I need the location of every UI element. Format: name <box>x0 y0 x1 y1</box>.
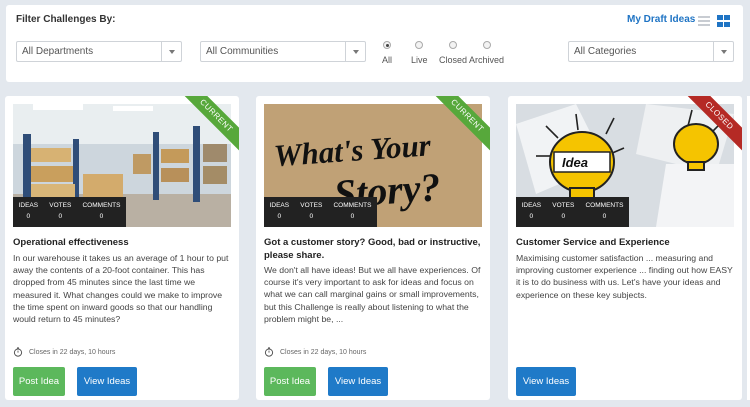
filter-title: Filter Challenges By: <box>16 14 116 25</box>
ideas-label: IDEAS <box>269 202 290 209</box>
closes-info: Closes in 22 days, 10 hours <box>264 347 366 357</box>
stopwatch-icon <box>13 347 23 357</box>
chevron-down-icon <box>345 42 365 61</box>
department-select-value: All Departments <box>22 46 94 57</box>
radio-button[interactable] <box>383 41 391 49</box>
ideas-count: 0 <box>529 213 534 220</box>
votes-label: VOTES <box>300 202 323 209</box>
radio-button[interactable] <box>415 41 424 49</box>
card-description: Maximising customer satisfaction ... mea… <box>516 253 733 300</box>
view-ideas-button[interactable]: View Ideas <box>516 367 576 396</box>
closes-text: Closes in 22 days, 10 hours <box>29 348 116 356</box>
card-title[interactable]: Got a customer story? Good, bad or instr… <box>264 236 484 262</box>
ideas-label: IDEAS <box>18 202 39 209</box>
ideas-label: IDEAS <box>521 202 542 209</box>
card-title[interactable]: Customer Service and Experience <box>516 236 736 249</box>
challenge-card: What's Your Story? CURRENT IDEAS 0 VOTES 0… <box>256 96 490 400</box>
grid-view-icon[interactable] <box>717 15 730 27</box>
status-radio-closed[interactable]: Closed <box>439 41 467 65</box>
card-description: We don't all have ideas! But we all have… <box>264 265 481 324</box>
challenge-card: CURRENT IDEAS 0 VOTES 0 COMMENTS 0 Operatio… <box>5 96 239 400</box>
radio-button[interactable] <box>482 41 491 49</box>
post-idea-button[interactable]: Post Idea <box>264 367 316 396</box>
votes-count: 0 <box>58 213 63 220</box>
department-select[interactable]: All Departments <box>16 41 182 62</box>
my-draft-ideas-link[interactable]: My Draft Ideas <box>627 14 695 25</box>
radio-label: Live <box>411 55 428 65</box>
community-select[interactable]: All Communities <box>200 41 366 62</box>
closes-info: Closes in 22 days, 10 hours <box>13 347 115 357</box>
comments-count: 0 <box>99 213 104 220</box>
image-text: Idea <box>562 155 588 170</box>
ideas-count: 0 <box>277 213 282 220</box>
comments-label: COMMENTS <box>82 202 121 209</box>
comments-label: COMMENTS <box>333 202 372 209</box>
chevron-down-icon <box>713 42 733 61</box>
category-select-value: All Categories <box>574 46 637 57</box>
view-ideas-button[interactable]: View Ideas <box>77 367 137 396</box>
card-description: In our warehouse it takes us an average … <box>13 253 229 325</box>
category-select[interactable]: All Categories <box>568 41 734 62</box>
votes-label: VOTES <box>552 202 575 209</box>
radio-label: Archived <box>469 55 505 65</box>
closes-text: Closes in 22 days, 10 hours <box>280 348 367 356</box>
list-view-icon[interactable] <box>698 16 710 26</box>
stopwatch-icon <box>264 347 274 357</box>
radio-label: Closed <box>439 55 468 65</box>
comments-label: COMMENTS <box>585 202 624 209</box>
votes-count: 0 <box>309 213 314 220</box>
post-idea-button[interactable]: Post Idea <box>13 367 65 396</box>
stats-bar: IDEAS 0 VOTES 0 COMMENTS 0 <box>516 197 629 227</box>
stats-bar: IDEAS 0 VOTES 0 COMMENTS 0 <box>264 197 377 227</box>
stats-bar: IDEAS 0 VOTES 0 COMMENTS 0 <box>13 197 126 227</box>
card-title[interactable]: Operational effectiveness <box>13 236 233 249</box>
status-radio-all[interactable]: All <box>382 41 392 65</box>
votes-label: VOTES <box>49 202 72 209</box>
radio-button[interactable] <box>449 41 457 49</box>
votes-count: 0 <box>561 213 566 220</box>
status-radio-live[interactable]: Live <box>411 41 428 65</box>
challenge-card: Idea CLOSED IDEAS 0 VOTES 0 COMMENTS 0 Cust… <box>508 96 742 400</box>
view-ideas-button[interactable]: View Ideas <box>328 367 388 396</box>
community-select-value: All Communities <box>206 46 279 57</box>
radio-label: All <box>382 55 393 65</box>
comments-count: 0 <box>602 213 607 220</box>
comments-count: 0 <box>350 213 355 220</box>
chevron-down-icon <box>161 42 181 61</box>
filter-panel: Filter Challenges By: My Draft Ideas All… <box>6 5 743 82</box>
ideas-count: 0 <box>26 213 31 220</box>
status-radio-archived[interactable]: Archived <box>469 41 504 65</box>
